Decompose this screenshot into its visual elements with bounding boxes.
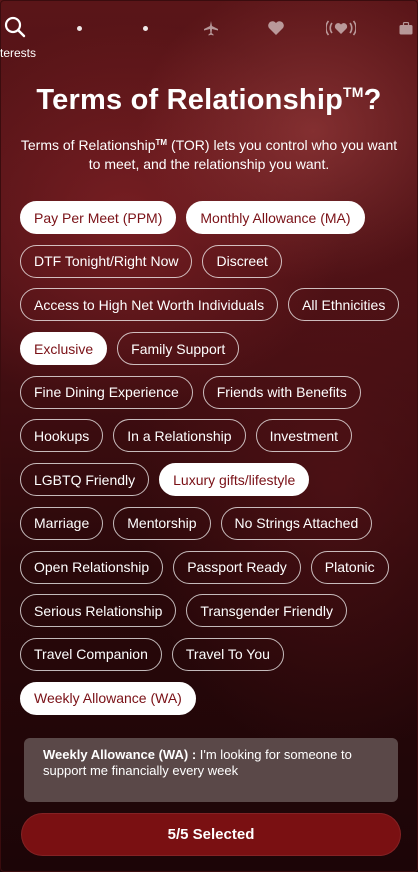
option-chip[interactable]: LGBTQ Friendly: [20, 463, 150, 497]
option-chip[interactable]: Fine Dining Experience: [20, 375, 193, 409]
option-row: Marriage Mentorship No Strings Attached: [20, 506, 404, 540]
option-chip[interactable]: In a Relationship: [113, 419, 246, 453]
option-chip[interactable]: Exclusive: [20, 332, 108, 366]
nav-dot-2[interactable]: [143, 26, 148, 31]
option-chip[interactable]: Friends with Benefits: [202, 375, 361, 409]
option-row: LGBTQ Friendly Luxury gifts/lifestyle: [20, 463, 404, 497]
option-chip[interactable]: Investment: [255, 419, 353, 453]
option-chip[interactable]: Travel Companion: [20, 637, 162, 671]
option-chip[interactable]: Serious Relationship: [20, 594, 177, 628]
option-row: Access to High Net Worth Individuals All …: [20, 288, 404, 322]
option-chip[interactable]: Monthly Allowance (MA): [186, 201, 365, 234]
option-chip[interactable]: Marriage: [20, 506, 104, 540]
option-row: Hookups In a Relationship Investment: [20, 419, 404, 453]
option-chip[interactable]: Family Support: [117, 332, 240, 366]
option-chip[interactable]: Access to High Net Worth Individuals: [20, 288, 279, 322]
option-chip[interactable]: All Ethnicities: [288, 288, 400, 322]
option-chip[interactable]: Discreet: [202, 244, 282, 278]
selection-count-button[interactable]: 5/5 Selected: [21, 813, 401, 856]
option-chip[interactable]: Passport Ready: [173, 550, 301, 584]
page-subtitle: Terms of RelationshipTM (TOR) lets you c…: [20, 137, 398, 172]
option-row: Pay Per Meet (PPM) Monthly Allowance (MA): [20, 201, 404, 234]
option-row: Serious Relationship Transgender Friendly: [20, 594, 404, 628]
option-row: Fine Dining Experience Friends with Benef…: [20, 375, 404, 409]
option-row: Open Relationship Passport Ready Platonic: [20, 550, 404, 584]
option-row: Travel Companion Travel To You: [20, 637, 404, 671]
option-chip[interactable]: No Strings Attached: [220, 506, 373, 540]
top-navigation: terests: [0, 0, 418, 62]
nav-dot-1[interactable]: [77, 26, 82, 31]
option-chip[interactable]: Platonic: [310, 550, 389, 584]
briefcase-icon[interactable]: [399, 22, 413, 35]
option-row: Weekly Allowance (WA): [20, 681, 404, 715]
option-row: DTF Tonight/Right Now Discreet: [20, 244, 404, 278]
option-chip[interactable]: Transgender Friendly: [186, 594, 347, 628]
heart-waves-icon[interactable]: [326, 20, 356, 36]
page-title: Terms of RelationshipTM?: [36, 84, 382, 116]
option-chip[interactable]: Pay Per Meet (PPM): [20, 201, 177, 234]
nav-tab-interests[interactable]: terests: [0, 16, 36, 60]
description-term: Weekly Allowance (WA) :: [43, 747, 197, 762]
option-chip[interactable]: Travel To You: [171, 637, 284, 671]
plane-icon[interactable]: [203, 20, 219, 36]
relationship-options: Pay Per Meet (PPM) Monthly Allowance (MA)…: [20, 201, 404, 725]
heart-icon[interactable]: [267, 20, 285, 36]
nav-label-interests: terests: [0, 46, 37, 60]
option-row: Exclusive Family Support: [20, 332, 404, 366]
option-chip[interactable]: Hookups: [20, 419, 104, 453]
option-chip[interactable]: Weekly Allowance (WA): [20, 681, 196, 715]
selected-term-description: Weekly Allowance (WA) : I'm looking for …: [24, 738, 398, 802]
option-chip[interactable]: DTF Tonight/Right Now: [20, 244, 193, 278]
option-chip[interactable]: Open Relationship: [20, 550, 164, 584]
option-chip[interactable]: Mentorship: [113, 506, 211, 540]
option-chip[interactable]: Luxury gifts/lifestyle: [159, 463, 310, 497]
search-icon: [4, 16, 26, 38]
